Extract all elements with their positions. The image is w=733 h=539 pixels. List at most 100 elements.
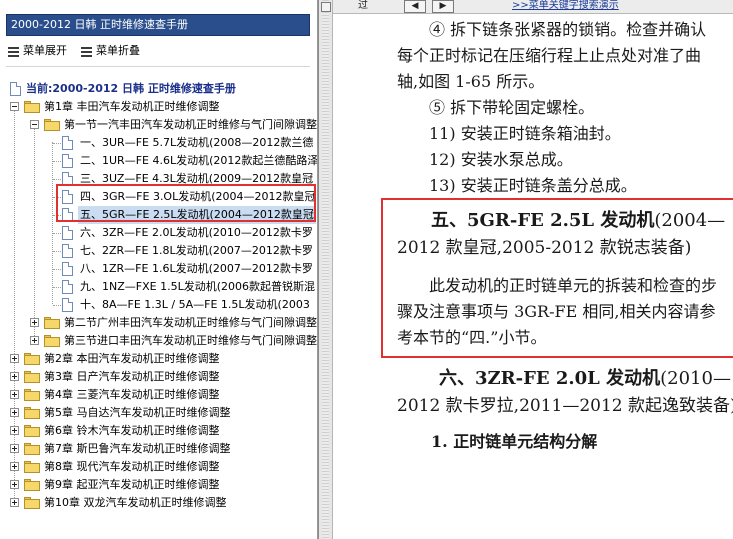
toc-current-label: 当前:2000-2012 日韩 正时维修速查手册 — [26, 82, 236, 95]
book-icon — [10, 82, 21, 96]
list-icon — [8, 46, 19, 57]
tree-chapter[interactable]: 第9章 起亚汽车发动机正时维修调整 — [0, 476, 317, 494]
document-icon — [62, 154, 73, 168]
toc-menu: 菜单展开 菜单折叠 — [8, 42, 140, 60]
back-button[interactable]: ◀ — [404, 0, 426, 13]
tree-item[interactable]: 一、3UR—FE 5.7L发动机(2008—2012款兰德 — [0, 134, 317, 152]
folder-open-icon — [44, 119, 60, 131]
tree-label: 第7章 斯巴鲁汽车发动机正时维修调整 — [44, 442, 231, 455]
pane-splitter[interactable] — [318, 0, 333, 539]
subsection-heading: 1. 正时链单元结构分解 — [431, 432, 598, 451]
tree-item-label: 六、3ZR—FE 2.0L发动机(2010—2012款卡罗 — [80, 226, 313, 239]
tree-section-2[interactable]: 第二节广州丰田汽车发动机正时维修与气门间隙调整 — [0, 314, 317, 332]
folder-icon — [24, 461, 40, 473]
expand-icon[interactable] — [30, 318, 39, 327]
expand-icon[interactable] — [10, 462, 19, 471]
collapse-icon[interactable] — [30, 120, 39, 129]
document-icon — [62, 226, 73, 240]
tree-item[interactable]: 九、1NZ—FXE 1.5L发动机(2006款起普锐斯混 — [0, 278, 317, 296]
folder-icon — [24, 353, 40, 365]
folder-icon — [24, 479, 40, 491]
expand-icon[interactable] — [10, 390, 19, 399]
expand-icon[interactable] — [10, 354, 19, 363]
tree-chapter-1[interactable]: 第1章 丰田汽车发动机正时维修调整 — [0, 98, 317, 116]
folder-icon — [24, 425, 40, 437]
tree-label: 第二节广州丰田汽车发动机正时维修与气门间隙调整 — [64, 316, 317, 329]
body-text: 12) 安装水泵总成。 — [429, 150, 573, 169]
body-text: 11) 安装正时链条箱油封。 — [429, 124, 621, 143]
document-icon — [62, 298, 73, 312]
expand-icon[interactable] — [10, 372, 19, 381]
document-icon — [62, 262, 73, 276]
tree-label: 第1章 丰田汽车发动机正时维修调整 — [44, 100, 220, 113]
document-icon — [62, 280, 73, 294]
tree-chapter[interactable]: 第7章 斯巴鲁汽车发动机正时维修调整 — [0, 440, 317, 458]
toc-current: 当前:2000-2012 日韩 正时维修速查手册 — [0, 80, 317, 98]
toc-title: 2000-2012 日韩 正时维修速查手册 — [6, 14, 310, 36]
tree-label: 第3章 日产汽车发动机正时维修调整 — [44, 370, 220, 383]
tree-chapter[interactable]: 第2章 本田汽车发动机正时维修调整 — [0, 350, 317, 368]
tree-label: 第5章 马自达汽车发动机正时维修调整 — [44, 406, 231, 419]
tree-item[interactable]: 六、3ZR—FE 2.0L发动机(2010—2012款卡罗 — [0, 224, 317, 242]
tree-item[interactable]: 二、1UR—FE 4.6L发动机(2012款起兰德酷路泽 — [0, 152, 318, 170]
forward-button[interactable]: ▶ — [432, 0, 454, 13]
restore-icon[interactable] — [321, 2, 331, 12]
tree-chapter[interactable]: 第6章 铃木汽车发动机正时维修调整 — [0, 422, 317, 440]
tree-item-label: 二、1UR—FE 4.6L发动机(2012款起兰德酷路泽 — [80, 154, 318, 167]
folder-icon — [24, 443, 40, 455]
tree-item-label: 八、1ZR—FE 1.6L发动机(2007—2012款卡罗 — [80, 262, 313, 275]
list-icon — [81, 46, 92, 57]
menu-expand-button[interactable]: 菜单展开 — [8, 42, 67, 60]
menu-expand-label: 菜单展开 — [23, 44, 67, 57]
tree-item-label: 一、3UR—FE 5.7L发动机(2008—2012款兰德 — [80, 136, 314, 149]
tree-label: 第9章 起亚汽车发动机正时维修调整 — [44, 478, 220, 491]
toolbar-text: 过 — [358, 0, 368, 11]
toc-pane: 2000-2012 日韩 正时维修速查手册 菜单展开 菜单折叠 当前:2000-… — [0, 0, 318, 539]
tree-label: 第一节一汽丰田汽车发动机正时维修与气门间隙调整 — [64, 118, 317, 131]
tree-item[interactable]: 八、1ZR—FE 1.6L发动机(2007—2012款卡罗 — [0, 260, 317, 278]
tree-label: 第三节进口丰田汽车发动机正时维修与气门间隙调整 — [64, 334, 317, 347]
expand-icon[interactable] — [10, 480, 19, 489]
expand-icon[interactable] — [10, 444, 19, 453]
section-heading-cont: 2012 款卡罗拉,2011—2012 款起逸致装备) — [397, 396, 733, 416]
document-page: ④ 拆下链条张紧器的锁销。检查并确认 每个正时标记在压缩行程上止点处对准了曲 轴… — [333, 14, 733, 539]
folder-icon — [24, 497, 40, 509]
body-text: 13) 安装正时链条盖分总成。 — [429, 176, 637, 195]
tree-label: 第4章 三菱汽车发动机正时维修调整 — [44, 388, 220, 401]
body-text: ④ 拆下链条张紧器的锁销。检查并确认 — [429, 20, 707, 39]
tree-item-label: 十、8A—FE 1.3L / 5A—FE 1.5L发动机(2003 — [80, 298, 310, 311]
highlight-box — [381, 198, 733, 358]
folder-icon — [24, 407, 40, 419]
tree-label: 第10章 双龙汽车发动机正时维修调整 — [44, 496, 227, 509]
tree-chapter[interactable]: 第3章 日产汽车发动机正时维修调整 — [0, 368, 317, 386]
tree-chapter[interactable]: 第5章 马自达汽车发动机正时维修调整 — [0, 404, 317, 422]
tree-chapter[interactable]: 第10章 双龙汽车发动机正时维修调整 — [0, 494, 317, 512]
expand-icon[interactable] — [10, 408, 19, 417]
folder-icon — [44, 317, 60, 329]
expand-icon[interactable] — [10, 426, 19, 435]
tree-item[interactable]: 七、2ZR—FE 1.8L发动机(2007—2012款卡罗 — [0, 242, 317, 260]
collapse-icon[interactable] — [10, 102, 19, 111]
expand-icon[interactable] — [10, 498, 19, 507]
tree-section-3[interactable]: 第三节进口丰田汽车发动机正时维修与气门间隙调整 — [0, 332, 317, 350]
folder-icon — [24, 389, 40, 401]
body-text: 轴,如图 1-65 所示。 — [397, 72, 545, 91]
divider — [6, 66, 310, 67]
menu-collapse-button[interactable]: 菜单折叠 — [81, 42, 140, 60]
tree-item-label: 七、2ZR—FE 1.8L发动机(2007—2012款卡罗 — [80, 244, 313, 257]
folder-icon — [24, 371, 40, 383]
tree-section-1[interactable]: 第一节一汽丰田汽车发动机正时维修与气门间隙调整 — [0, 116, 317, 134]
folder-open-icon — [24, 101, 40, 113]
document-icon — [62, 136, 73, 150]
tree-chapter[interactable]: 第8章 现代汽车发动机正时维修调整 — [0, 458, 317, 476]
tree-chapter[interactable]: 第4章 三菱汽车发动机正时维修调整 — [0, 386, 317, 404]
search-demo-link[interactable]: >>菜单关键字搜索演示 — [512, 0, 619, 12]
section-heading: 六、3ZR-FE 2.0L 发动机(2010— — [439, 368, 731, 389]
document-icon — [62, 244, 73, 258]
tree-item-label: 九、1NZ—FXE 1.5L发动机(2006款起普锐斯混 — [80, 280, 315, 293]
folder-icon — [44, 335, 60, 347]
highlight-box — [56, 184, 316, 222]
tree-item[interactable]: 十、8A—FE 1.3L / 5A—FE 1.5L发动机(2003 — [0, 296, 317, 314]
tree-label: 第8章 现代汽车发动机正时维修调整 — [44, 460, 220, 473]
expand-icon[interactable] — [30, 336, 39, 345]
